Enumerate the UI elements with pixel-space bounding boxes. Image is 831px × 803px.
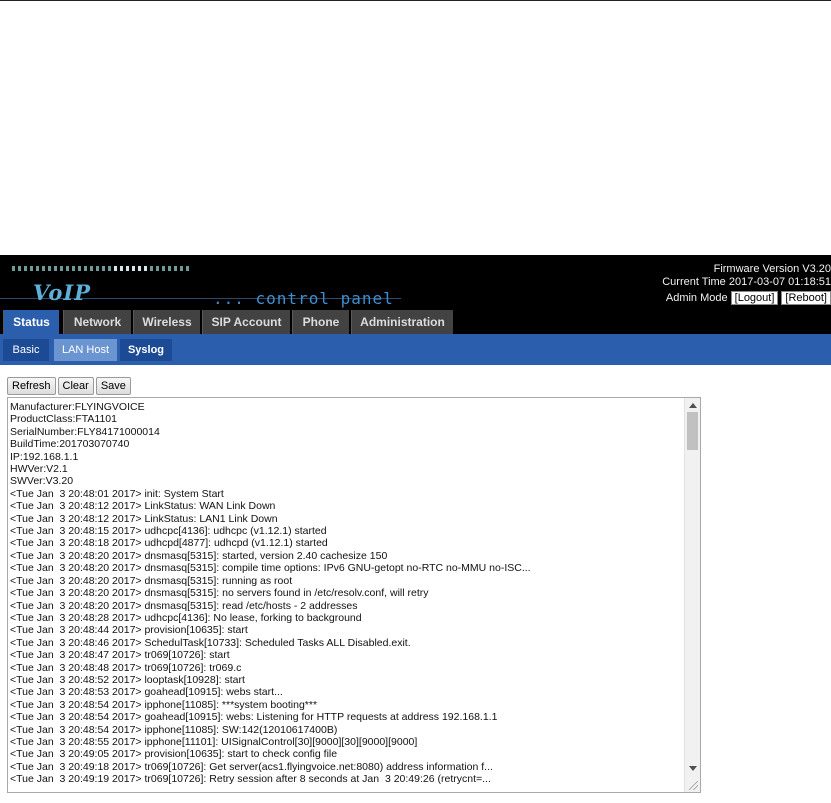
led-icon (12, 266, 15, 271)
log-line: BuildTime:201703070740 (10, 438, 130, 451)
tab-network[interactable]: Network (63, 310, 131, 334)
log-line: <Tue Jan 3 20:48:52 2017> looptask[10928… (10, 673, 245, 686)
led-icon (90, 266, 93, 271)
led-icon (18, 266, 21, 271)
log-line: <Tue Jan 3 20:48:48 2017> tr069[10726]: … (10, 661, 242, 674)
log-line: <Tue Jan 3 20:48:20 2017> dnsmasq[5315]:… (10, 549, 388, 562)
led-icon (138, 266, 141, 271)
subtab-lan-host[interactable]: LAN Host (54, 339, 117, 361)
logo-text: VoIP (33, 280, 91, 305)
device-info: Firmware Version V3.20 Current Time 2017… (662, 263, 831, 305)
tab-status[interactable]: Status (3, 310, 59, 334)
log-line: <Tue Jan 3 20:48:20 2017> dnsmasq[5315]:… (10, 562, 531, 575)
log-line: <Tue Jan 3 20:48:28 2017> udhcpc[4136]: … (10, 611, 362, 624)
scrollbar[interactable] (684, 398, 700, 792)
log-line: SerialNumber:FLY84171000014 (10, 425, 160, 438)
led-icon (30, 266, 33, 271)
log-line: <Tue Jan 3 20:48:18 2017> udhcpd[4877]: … (10, 537, 328, 550)
led-icon (78, 266, 81, 271)
sub-nav: Basic LAN Host Syslog (0, 334, 831, 365)
tab-wireless[interactable]: Wireless (133, 310, 200, 334)
log-line: <Tue Jan 3 20:48:12 2017> LinkStatus: LA… (10, 512, 278, 525)
top-divider (0, 0, 831, 1)
scroll-up-icon[interactable] (689, 403, 697, 408)
log-line: <Tue Jan 3 20:48:46 2017> SchedulTask[10… (10, 636, 411, 649)
led-icon (24, 266, 27, 271)
subtab-syslog[interactable]: Syslog (120, 339, 172, 361)
led-icon (174, 266, 177, 271)
led-icon (108, 266, 111, 271)
save-button[interactable]: Save (95, 377, 131, 395)
tab-administration[interactable]: Administration (351, 310, 453, 334)
admin-mode-label: Admin Mode (665, 291, 728, 304)
log-line: <Tue Jan 3 20:48:54 2017> ipphone[11085]… (10, 698, 318, 711)
led-icon (144, 266, 147, 271)
log-toolbar: Refresh Clear Save (7, 377, 131, 395)
logout-button[interactable]: [Logout] (730, 291, 779, 305)
log-line: <Tue Jan 3 20:48:44 2017> provision[1063… (10, 624, 248, 637)
led-icon (150, 266, 153, 271)
log-line: <Tue Jan 3 20:48:47 2017> tr069[10726]: … (10, 649, 230, 662)
led-icon (102, 266, 105, 271)
log-line: <Tue Jan 3 20:48:01 2017> init: System S… (10, 487, 224, 500)
log-line: Manufacturer:FLYINGVOICE (10, 401, 145, 413)
refresh-button[interactable]: Refresh (7, 377, 56, 395)
led-icon (48, 266, 51, 271)
led-icon (72, 266, 75, 271)
tagline: ... control panel (213, 289, 394, 308)
main-nav: Status Network Wireless SIP Account Phon… (0, 308, 831, 334)
led-icon (168, 266, 171, 271)
header-bar: VoIP ... control panel Firmware Version … (0, 255, 831, 308)
led-icon (114, 266, 117, 271)
led-icon (84, 266, 87, 271)
firmware-version: Firmware Version V3.20 (713, 263, 831, 275)
log-line: <Tue Jan 3 20:48:15 2017> udhcpc[4136]: … (10, 525, 327, 538)
led-icon (60, 266, 63, 271)
log-line: <Tue Jan 3 20:48:20 2017> dnsmasq[5315]:… (10, 587, 429, 600)
led-icon (186, 266, 189, 271)
subtab-basic[interactable]: Basic (3, 339, 49, 361)
log-line: <Tue Jan 3 20:48:53 2017> goahead[10915]… (10, 686, 283, 699)
tab-sip-account[interactable]: SIP Account (202, 310, 290, 334)
led-icon (96, 266, 99, 271)
log-line: <Tue Jan 3 20:48:55 2017> ipphone[11101]… (10, 735, 418, 748)
clear-button[interactable]: Clear (57, 377, 94, 395)
log-line: <Tue Jan 3 20:49:18 2017> tr069[10726]: … (10, 760, 493, 773)
scroll-down-icon[interactable] (689, 766, 697, 771)
led-icon (66, 266, 69, 271)
led-icon (162, 266, 165, 271)
log-line: <Tue Jan 3 20:48:20 2017> dnsmasq[5315]:… (10, 599, 358, 612)
led-icon (180, 266, 183, 271)
log-line: IP:192.168.1.1 (10, 450, 79, 463)
log-line: <Tue Jan 3 20:48:12 2017> LinkStatus: WA… (10, 500, 276, 513)
led-icon (156, 266, 159, 271)
reboot-button[interactable]: [Reboot] (781, 291, 831, 305)
admin-row: Admin Mode [Logout] [Reboot] (662, 291, 831, 305)
led-strip (12, 266, 189, 271)
log-line: ProductClass:FTA1101 (10, 413, 117, 426)
resize-grip-icon[interactable] (689, 781, 698, 790)
log-line: SWVer:V3.20 (10, 475, 74, 488)
syslog-textarea[interactable]: Manufacturer:FLYINGVOICE ProductClass:FTA… (7, 397, 701, 793)
log-line: <Tue Jan 3 20:49:19 2017> tr069[10726]: … (10, 773, 491, 786)
log-line: <Tue Jan 3 20:48:54 2017> ipphone[11085]… (10, 723, 338, 736)
log-line: HWVer:V2.1 (10, 463, 68, 476)
led-icon (42, 266, 45, 271)
led-icon (132, 266, 135, 271)
led-icon (126, 266, 129, 271)
led-icon (36, 266, 39, 271)
led-icon (120, 266, 123, 271)
log-line: <Tue Jan 3 20:48:54 2017> goahead[10915]… (10, 711, 498, 724)
led-icon (54, 266, 57, 271)
banner: VoIP ... control panel (0, 261, 401, 308)
log-line: <Tue Jan 3 20:48:20 2017> dnsmasq[5315]:… (10, 574, 293, 587)
log-line: <Tue Jan 3 20:49:05 2017> provision[1063… (10, 748, 338, 761)
tab-phone[interactable]: Phone (292, 310, 349, 334)
log-content: Manufacturer:FLYINGVOICE ProductClass:FTA… (10, 401, 685, 786)
scroll-thumb[interactable] (687, 412, 698, 450)
current-time: Current Time 2017-03-07 01:18:51 (662, 276, 831, 288)
